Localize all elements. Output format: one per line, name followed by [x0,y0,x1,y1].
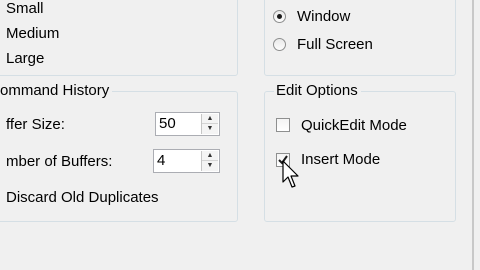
num-buffers-label: mber of Buffers: [6,153,113,170]
spin-up-arrow-icon[interactable]: ▲ [202,114,218,124]
buffer-size-spinner[interactable]: 50 ▲ ▼ [155,112,220,136]
window-right-edge [472,0,474,270]
spin-up-arrow-icon[interactable]: ▲ [202,151,218,161]
num-buffers-value[interactable]: 4 [157,152,165,170]
discard-duplicates-label[interactable]: Discard Old Duplicates [6,189,159,207]
fullscreen-radio-label[interactable]: Full Screen [297,36,373,54]
window-radio-label[interactable]: Window [297,8,350,26]
mouse-pointer-icon [282,160,299,188]
insert-mode-label[interactable]: Insert Mode [301,151,380,169]
buffer-size-spin-buttons[interactable]: ▲ ▼ [201,114,218,134]
cursor-size-large-option[interactable]: Large [6,50,44,68]
cursor-size-medium-option[interactable]: Medium [6,25,59,43]
num-buffers-spin-buttons[interactable]: ▲ ▼ [201,151,218,171]
fullscreen-radio[interactable] [273,38,286,51]
edit-options-title: Edit Options [274,82,361,100]
buffer-size-value[interactable]: 50 [159,115,176,133]
quickedit-label[interactable]: QuickEdit Mode [301,117,407,135]
cursor-size-small-option[interactable]: Small [6,0,44,18]
num-buffers-spinner[interactable]: 4 ▲ ▼ [153,149,220,173]
spin-down-arrow-icon[interactable]: ▼ [202,124,218,134]
command-history-title: ommand History [0,82,113,100]
window-radio[interactable] [273,10,286,23]
buffer-size-label: ffer Size: [6,116,65,133]
radio-selected-dot [277,14,282,19]
quickedit-checkbox[interactable] [276,118,290,132]
spin-down-arrow-icon[interactable]: ▼ [202,161,218,171]
